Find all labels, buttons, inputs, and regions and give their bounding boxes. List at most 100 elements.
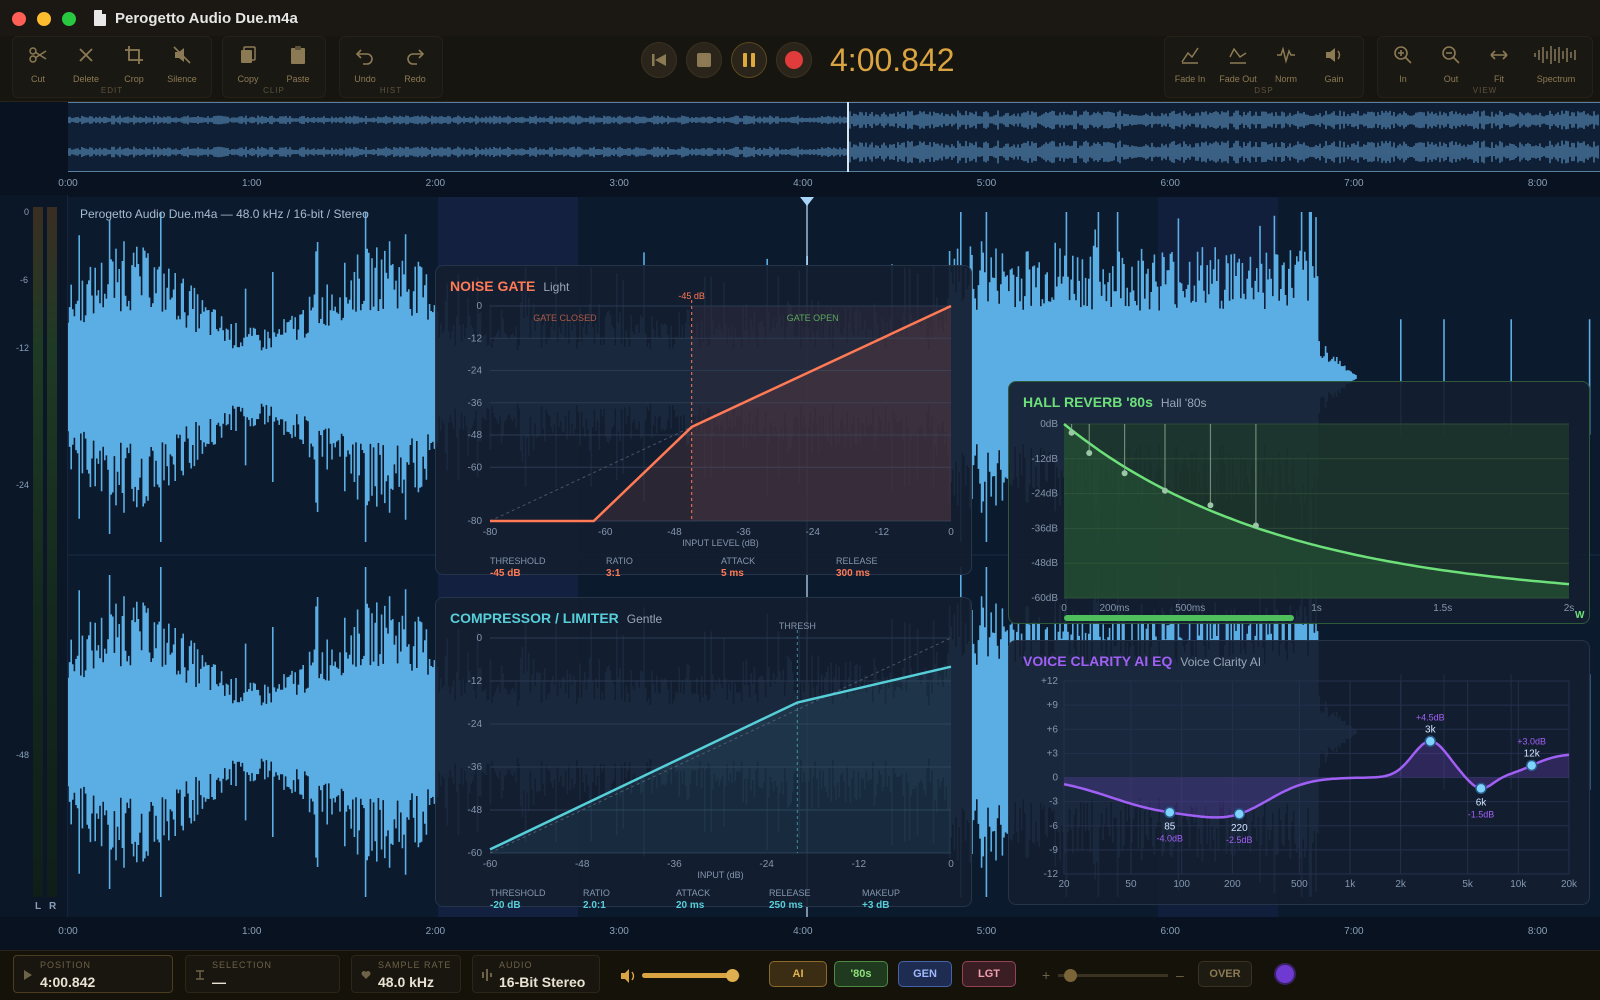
gate-y-tick-5: -60 [468,462,483,473]
overview-playhead[interactable] [847,102,850,172]
gate-release-value[interactable]: 300 ms [836,568,870,579]
eq-curve-graph[interactable]: +12 +9 +6 +3 0 -3 -6 -9 -1220 50 100 200 500 1k 2k 5k 10… [1009,641,1591,906]
volume-slider-fill [642,973,733,978]
comp-y-tick-2: -24 [468,719,483,730]
crop-label: Crop [124,74,144,84]
fade-in-button[interactable]: Fade In [1167,43,1213,87]
gate-attack-value[interactable]: 5 ms [721,568,744,579]
ruler-tick-5: 5:00 [976,926,997,937]
ruler-tick-7: 7:00 [1344,926,1364,937]
overview-waveform[interactable] [67,102,1600,172]
comp-x-tick-0: -60 [483,859,498,870]
normalize-button[interactable]: Norm [1263,43,1309,87]
reverb-mix-bar[interactable] [1064,615,1294,621]
zoom-window-button[interactable] [62,12,76,26]
zoom-out-icon [1442,46,1460,64]
minimize-window-button[interactable] [37,12,51,26]
copy-button[interactable]: Copy [225,43,271,87]
edit-group-label: EDIT [100,86,124,95]
delete-button[interactable]: Delete [63,43,109,87]
pan-slider-knob[interactable] [1064,969,1077,982]
comp-attack-value[interactable]: 20 ms [676,900,704,911]
gate-y-tick-3: -36 [468,398,483,409]
crop-button[interactable]: Crop [111,43,157,87]
noise-gate-transfer-graph[interactable]: 0 -12 -24 -36 -48 -60 -80-80 -60 -48 -36 -24 -12 0 IN… [436,266,973,576]
eq-y-tick-6: -6 [1049,821,1058,832]
spectrum-label: Spectrum [1536,74,1576,84]
status-indicator[interactable] [1274,963,1296,985]
ai-toggle-button[interactable]: AI [769,961,827,987]
audio-format-field[interactable]: AUDIO 16-Bit Stereo [472,955,600,993]
fit-arrows-icon [1490,50,1508,60]
eq-y-tick-1: +9 [1047,700,1059,711]
eq-x-tick-3: 200 [1224,879,1241,890]
reverb-x-tick-4: 1.5s [1433,603,1452,614]
redo-button[interactable]: Redo [392,43,438,87]
lgt-toggle-button[interactable]: LGT [962,961,1016,987]
pan-slider[interactable] [1058,969,1168,982]
gate-ratio-label: RATIO [606,556,633,566]
volume-slider[interactable] [642,969,740,982]
meter-scale-12: -12 [16,343,30,353]
comp-threshold-value[interactable]: -20 dB [490,900,521,911]
comp-makeup-value[interactable]: +3 dB [862,900,890,911]
record-button[interactable] [776,42,812,78]
stop-button[interactable] [686,42,722,78]
sample-rate-field[interactable]: SAMPLE RATE 48.0 kHz [351,955,461,993]
gen-toggle-button[interactable]: GEN [898,961,952,987]
fade-out-icon [1229,47,1247,64]
eq-band-handle-2 [1424,735,1437,748]
ruler-tick-0: 0:00 [58,178,78,189]
zoom-in-button[interactable]: In [1380,43,1426,87]
ruler-tick-2: 2:00 [425,178,446,189]
ruler-tick-7: 7:00 [1344,178,1364,189]
heart-icon [361,971,371,979]
gate-x-tick-1: -60 [598,527,613,538]
silence-button[interactable]: Silence [159,43,205,87]
view-group-label: VIEW [1472,86,1498,95]
over-toggle-button[interactable]: OVER [1198,961,1252,987]
timeline-ruler-bottom[interactable]: 0:00 1:00 2:00 3:00 4:00 5:00 6:00 7:00 8:00 [58,920,1600,944]
ruler-tick-0: 0:00 [58,926,78,937]
pause-button[interactable] [731,42,767,78]
eq-x-tick-7: 5k [1462,879,1474,890]
fade-out-button[interactable]: Fade Out [1215,43,1261,87]
delete-label: Delete [72,74,99,84]
eighties-toggle-button[interactable]: '80s [834,961,888,987]
selection-label: SELECTION [212,960,273,970]
paste-button[interactable]: Paste [275,43,321,87]
silence-label: Silence [167,74,197,84]
spectrum-button[interactable]: Spectrum [1524,43,1588,87]
gate-x-tick-0: -80 [483,527,498,538]
comp-x-tick-2: -36 [667,859,682,870]
compressor-transfer-graph[interactable]: 0 -12 -24 -36 -48 -60-60 -48 -36 -24 -12 0 INPUT (d… [436,598,973,908]
skip-back-button[interactable] [641,42,677,78]
selection-field[interactable]: SELECTION — [185,955,340,993]
undo-button[interactable]: Undo [342,43,388,87]
reverb-x-tick-3: 1s [1311,603,1322,614]
timeline-ruler-top[interactable]: 0:00 1:00 2:00 3:00 4:00 5:00 6:00 7:00 8:00 [58,172,1600,196]
comp-release-value[interactable]: 250 ms [769,900,803,911]
comp-x-tick-3: -24 [759,859,774,870]
cut-button[interactable]: Cut [15,43,61,87]
meter-bar-left [33,207,43,897]
gain-button[interactable]: Gain [1311,43,1357,87]
eq-band-freq-1: 220 [1231,823,1248,834]
comp-x-tick-4: -12 [852,859,867,870]
reverb-decay-graph[interactable]: 0dB -12dB -24dB -36dB -48dB -60dB0 200ms 500ms 1… [1009,382,1591,625]
eq-band-freq-4: 12k [1524,748,1541,759]
ruler-tick-1: 1:00 [241,926,262,937]
fit-button[interactable]: Fit [1476,43,1522,87]
comp-attack-label: ATTACK [676,888,711,898]
gate-threshold-value[interactable]: -45 dB [490,568,521,579]
comp-ratio-label: RATIO [583,888,610,898]
comp-ratio-value[interactable]: 2.0:1 [583,900,606,911]
position-field[interactable]: POSITION 4:00.842 [13,955,173,993]
gate-ratio-value[interactable]: 3:1 [606,568,620,579]
zoom-out-button[interactable]: Out [1428,43,1474,87]
close-window-button[interactable] [12,12,26,26]
mute-speaker-icon [173,46,191,64]
volume-slider-knob[interactable] [726,969,740,982]
ruler-tick-3: 3:00 [609,926,629,937]
audio-bars-icon [482,969,492,981]
